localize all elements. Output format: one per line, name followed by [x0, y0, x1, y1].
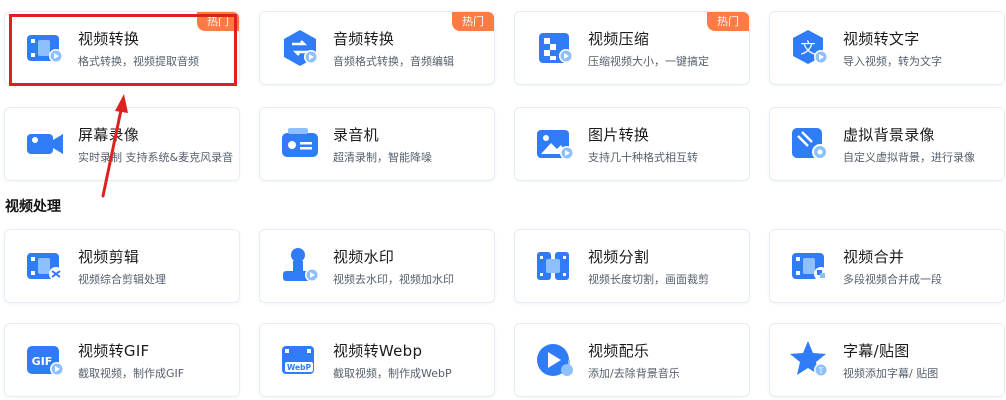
tool-card-image-convert[interactable]: 图片转换支持几十种格式相互转	[514, 107, 750, 181]
tool-description: 自定义虚拟背景，进行录像	[843, 151, 975, 164]
audio-convert-icon	[278, 26, 322, 70]
section-title: 视频处理	[5, 199, 61, 215]
svg-text:文: 文	[800, 39, 815, 57]
tool-card-webp[interactable]: WebP 视频转Webp 截取视频，制作成WebP	[259, 323, 495, 397]
tool-title: 视频分割	[588, 248, 650, 266]
tool-title: 视频配乐	[588, 342, 650, 360]
tool-description: 多段视频合并成一段	[843, 273, 942, 286]
tool-title: 视频压缩	[588, 30, 650, 48]
tool-title: 图片转换	[588, 126, 650, 144]
hot-badge: 热门	[707, 12, 749, 31]
tool-description: 压缩视频大小，一键搞定	[588, 55, 709, 68]
tool-title: 视频剪辑	[78, 248, 140, 266]
tool-description: 视频添加字幕/ 贴图	[843, 367, 939, 380]
screen-record-icon	[23, 122, 67, 166]
tool-card-virtual-background[interactable]: 虚拟背景录像自定义虚拟背景，进行录像	[769, 107, 1005, 181]
tool-title: 视频水印	[333, 248, 395, 266]
tool-description: 添加/去除背景音乐	[588, 367, 680, 380]
tool-title: 音频转换	[333, 30, 395, 48]
video-edit-icon	[23, 244, 67, 288]
svg-text:WebP: WebP	[287, 363, 311, 372]
subtitle-sticker-icon: T	[788, 338, 832, 382]
hot-badge: 热门	[452, 12, 494, 31]
tool-title: 虚拟背景录像	[843, 126, 935, 144]
video-merge-icon	[788, 244, 832, 288]
tool-description: 视频去水印，视频加水印	[333, 273, 454, 286]
tool-card-audio-convert[interactable]: 音频转换音频格式转换，音频编辑 热门	[259, 11, 495, 85]
tool-card-watermark[interactable]: 视频水印视频去水印，视频加水印	[259, 229, 495, 303]
video-compress-icon	[533, 26, 577, 70]
recorder-icon	[278, 122, 322, 166]
video-split-icon	[533, 244, 577, 288]
tool-description: 视频综合剪辑处理	[78, 273, 166, 286]
tool-card-music[interactable]: 视频配乐添加/去除背景音乐	[514, 323, 750, 397]
tool-title: 视频转文字	[843, 30, 920, 48]
virtual-background-icon	[788, 122, 832, 166]
watermark-icon	[278, 244, 322, 288]
tool-description: 截取视频，制作成WebP	[333, 367, 452, 380]
video-to-text-icon: 文	[788, 26, 832, 70]
tool-title: 视频转GIF	[78, 342, 150, 360]
webp-icon: WebP	[278, 338, 322, 382]
tool-card-video-split[interactable]: 视频分割视频长度切割，画面裁剪	[514, 229, 750, 303]
tool-title: 字幕/贴图	[843, 342, 910, 360]
tool-description: 截取视频，制作成GIF	[78, 367, 185, 380]
tool-description: 视频长度切割，画面裁剪	[588, 273, 709, 286]
tool-title: 视频转Webp	[333, 342, 423, 360]
image-convert-icon	[533, 122, 577, 166]
tool-card-screen-record[interactable]: 屏幕录像实时录制 支持系统&麦克风录音	[4, 107, 240, 181]
highlight-box	[9, 14, 237, 86]
tool-title: 录音机	[333, 126, 379, 144]
tool-description: 实时录制 支持系统&麦克风录音	[78, 151, 234, 164]
tool-description: 超清录制，智能降噪	[333, 151, 432, 164]
svg-text:T: T	[818, 367, 824, 376]
tool-card-video-to-text[interactable]: 文 视频转文字导入视频，转为文字	[769, 11, 1005, 85]
tool-title: 屏幕录像	[78, 126, 140, 144]
tool-card-video-merge[interactable]: 视频合并多段视频合并成一段	[769, 229, 1005, 303]
tool-card-video-edit[interactable]: 视频剪辑视频综合剪辑处理	[4, 229, 240, 303]
gif-icon: GIF	[23, 338, 67, 382]
tool-title: 视频合并	[843, 248, 905, 266]
tool-card-recorder[interactable]: 录音机超清录制，智能降噪	[259, 107, 495, 181]
tool-card-subtitle-sticker[interactable]: T 字幕/贴图视频添加字幕/ 贴图	[769, 323, 1005, 397]
music-icon	[533, 338, 577, 382]
tool-description: 音频格式转换，音频编辑	[333, 55, 454, 68]
svg-text:GIF: GIF	[32, 355, 53, 368]
tool-description: 支持几十种格式相互转	[588, 151, 698, 164]
tool-card-video-compress[interactable]: 视频压缩压缩视频大小，一键搞定 热门	[514, 11, 750, 85]
tool-card-gif[interactable]: GIF 视频转GIF 截取视频，制作成GIF	[4, 323, 240, 397]
tool-description: 导入视频，转为文字	[843, 55, 942, 68]
